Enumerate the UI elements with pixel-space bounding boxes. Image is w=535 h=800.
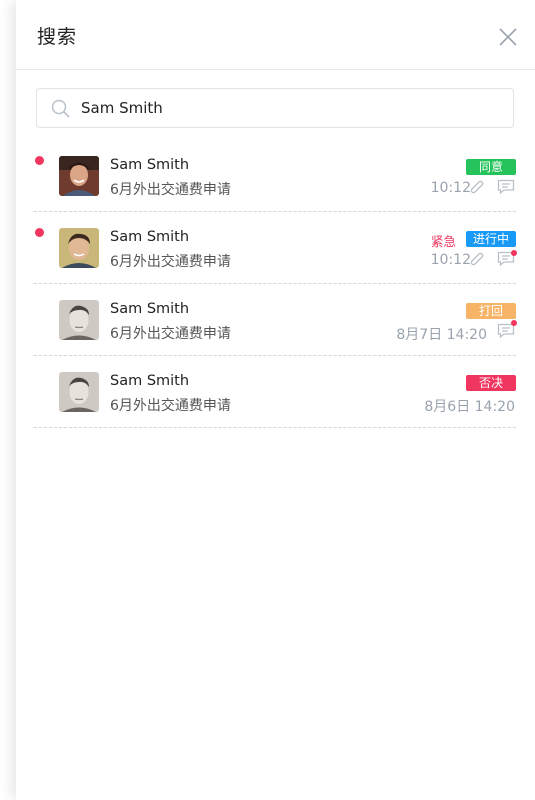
sender-name: Sam Smith bbox=[110, 373, 190, 389]
search-input[interactable] bbox=[81, 89, 501, 127]
timestamp: 8月6日 14:20 bbox=[424, 399, 515, 415]
unread-dot bbox=[35, 228, 44, 237]
status-badge: 同意 bbox=[466, 159, 516, 175]
new-comment-dot bbox=[511, 250, 517, 256]
list-item[interactable]: Sam Smith 6月外出交通费申请 紧急 进行中 10:12 bbox=[16, 212, 535, 284]
list-item[interactable]: Sam Smith 6月外出交通费申请 打回 8月7日 14:20 bbox=[16, 284, 535, 356]
timestamp: 10:12 bbox=[430, 252, 471, 268]
list-item[interactable]: Sam Smith 6月外出交通费申请 同意 10:12 bbox=[16, 140, 535, 212]
avatar bbox=[59, 156, 99, 196]
request-subject: 6月外出交通费申请 bbox=[110, 182, 231, 198]
close-icon[interactable] bbox=[496, 25, 520, 49]
request-subject: 6月外出交通费申请 bbox=[110, 254, 231, 270]
search-panel: 搜索 Sam Smith Sam Smith 6月外出交通费申请 同意 10:1… bbox=[16, 0, 535, 800]
timestamp: 10:12 bbox=[430, 180, 471, 196]
status-badge: 打回 bbox=[466, 303, 516, 319]
comment-icon[interactable] bbox=[497, 179, 515, 195]
avatar bbox=[59, 372, 99, 412]
sender-name: Sam Smith bbox=[110, 301, 190, 317]
new-comment-dot bbox=[511, 320, 517, 326]
row-divider bbox=[34, 427, 516, 428]
urgent-label: 紧急 bbox=[430, 234, 456, 249]
unread-dot bbox=[35, 156, 44, 165]
status-badge: 进行中 bbox=[466, 231, 516, 247]
result-list: Sam Smith 6月外出交通费申请 同意 10:12 Sam Smith 6… bbox=[16, 140, 535, 428]
request-subject: 6月外出交通费申请 bbox=[110, 398, 231, 414]
request-subject: 6月外出交通费申请 bbox=[110, 326, 231, 342]
search-icon bbox=[51, 99, 70, 118]
sender-name: Sam Smith bbox=[110, 229, 190, 245]
page-title: 搜索 bbox=[37, 26, 78, 48]
panel-header: 搜索 bbox=[16, 0, 535, 70]
avatar bbox=[59, 300, 99, 340]
sender-name: Sam Smith bbox=[110, 157, 190, 173]
paperclip-icon bbox=[470, 180, 484, 194]
paperclip-icon bbox=[470, 252, 484, 266]
timestamp: 8月7日 14:20 bbox=[396, 327, 487, 343]
status-badge: 否决 bbox=[466, 375, 516, 391]
list-item[interactable]: Sam Smith 6月外出交通费申请 否决 8月6日 14:20 bbox=[16, 356, 535, 428]
search-box[interactable] bbox=[36, 88, 514, 128]
avatar bbox=[59, 228, 99, 268]
